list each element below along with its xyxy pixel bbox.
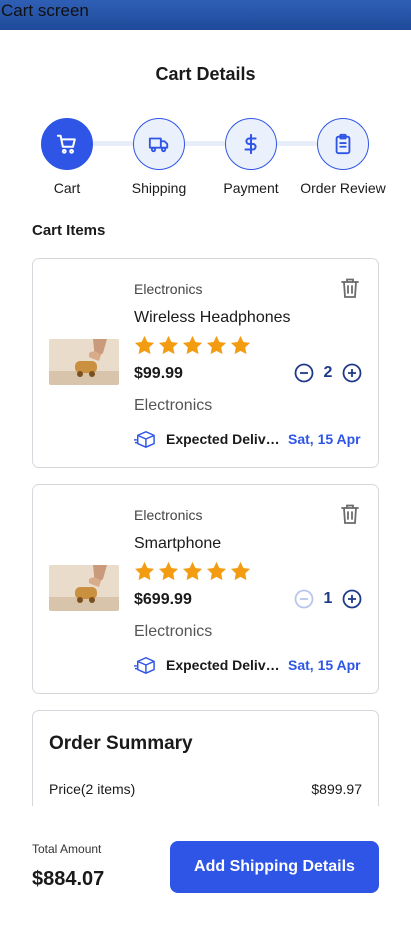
star-icon: [134, 335, 155, 355]
quantity-value: 1: [323, 590, 333, 607]
cart-item-card: Electronics Wireless Headphones $99.99 2…: [32, 258, 379, 468]
item-price: $99.99: [134, 365, 183, 382]
summary-price-label: Price(2 items): [49, 781, 136, 797]
step-payment-circle: [225, 118, 277, 170]
total-amount-value: $884.07: [32, 868, 105, 890]
star-icon: [206, 561, 227, 581]
clipboard-icon: [335, 133, 351, 155]
order-summary-title: Order Summary: [49, 733, 193, 754]
summary-price-value: $899.97: [311, 781, 362, 797]
trash-icon[interactable]: [340, 503, 360, 525]
item-category: Electronics: [134, 281, 203, 297]
star-icon: [158, 561, 179, 581]
checkout-stepper: Cart Shipping Payment Order Review: [0, 118, 411, 198]
item-category: Electronics: [134, 507, 203, 523]
star-icon: [182, 561, 203, 581]
step-payment[interactable]: Payment: [201, 118, 301, 196]
product-image: [49, 565, 119, 611]
checkout-footer: Total Amount $884.07 Add Shipping Detail…: [0, 806, 411, 926]
step-cart[interactable]: Cart: [17, 118, 117, 196]
order-summary: Order Summary Price(2 items) $899.97: [32, 710, 379, 810]
step-cart-circle: [41, 118, 93, 170]
step-order-review-circle: [317, 118, 369, 170]
step-order-review-label: Order Review: [300, 180, 386, 196]
step-order-review[interactable]: Order Review: [293, 118, 393, 196]
star-icon: [206, 335, 227, 355]
window-titlebar: Cart screen: [0, 0, 411, 30]
delivery-box-icon: [134, 657, 155, 674]
quantity-value: 2: [323, 364, 333, 381]
step-shipping-label: Shipping: [131, 180, 187, 196]
star-icon: [182, 335, 203, 355]
step-cart-label: Cart: [53, 180, 81, 196]
quantity-stepper: 2: [294, 363, 362, 383]
step-payment-label: Payment: [223, 180, 279, 196]
total-amount-label: Total Amount: [32, 842, 102, 856]
page-title: Cart Details: [155, 64, 256, 84]
item-price: $699.99: [134, 591, 192, 608]
item-subcategory: Electronics: [134, 397, 213, 414]
minus-circle-icon[interactable]: [294, 363, 314, 383]
cart-icon: [56, 134, 76, 154]
rating-stars: [134, 561, 251, 581]
step-shipping[interactable]: Shipping: [109, 118, 209, 196]
star-icon: [134, 561, 155, 581]
delivery-label: Expected Delivery: [166, 657, 286, 673]
window-title: Cart screen: [1, 1, 89, 20]
rating-stars: [134, 335, 251, 355]
delivery-box-icon: [134, 431, 155, 448]
step-shipping-circle: [133, 118, 185, 170]
item-subcategory: Electronics: [134, 623, 213, 640]
delivery-date: Sat, 15 Apr: [288, 431, 361, 447]
product-image: [49, 339, 119, 385]
item-name: Wireless Headphones: [134, 309, 291, 326]
plus-circle-icon[interactable]: [342, 589, 362, 609]
star-icon: [230, 335, 251, 355]
minus-circle-icon[interactable]: [294, 589, 314, 609]
item-name: Smartphone: [134, 535, 222, 552]
delivery-label: Expected Delivery: [166, 431, 286, 447]
delivery-info: Expected Delivery Sat, 15 Apr: [134, 655, 364, 675]
delivery-date: Sat, 15 Apr: [288, 657, 361, 673]
delivery-info: Expected Delivery Sat, 15 Apr: [134, 429, 364, 449]
star-icon: [230, 561, 251, 581]
add-shipping-details-button[interactable]: Add Shipping Details: [170, 841, 379, 893]
truck-icon: [148, 137, 169, 153]
dollar-icon: [244, 133, 257, 155]
cart-item-card: Electronics Smartphone $699.99 1 Electro…: [32, 484, 379, 694]
quantity-stepper: 1: [294, 589, 362, 609]
cart-items-title: Cart Items: [32, 222, 106, 239]
plus-circle-icon[interactable]: [342, 363, 362, 383]
star-icon: [158, 335, 179, 355]
trash-icon[interactable]: [340, 277, 360, 299]
